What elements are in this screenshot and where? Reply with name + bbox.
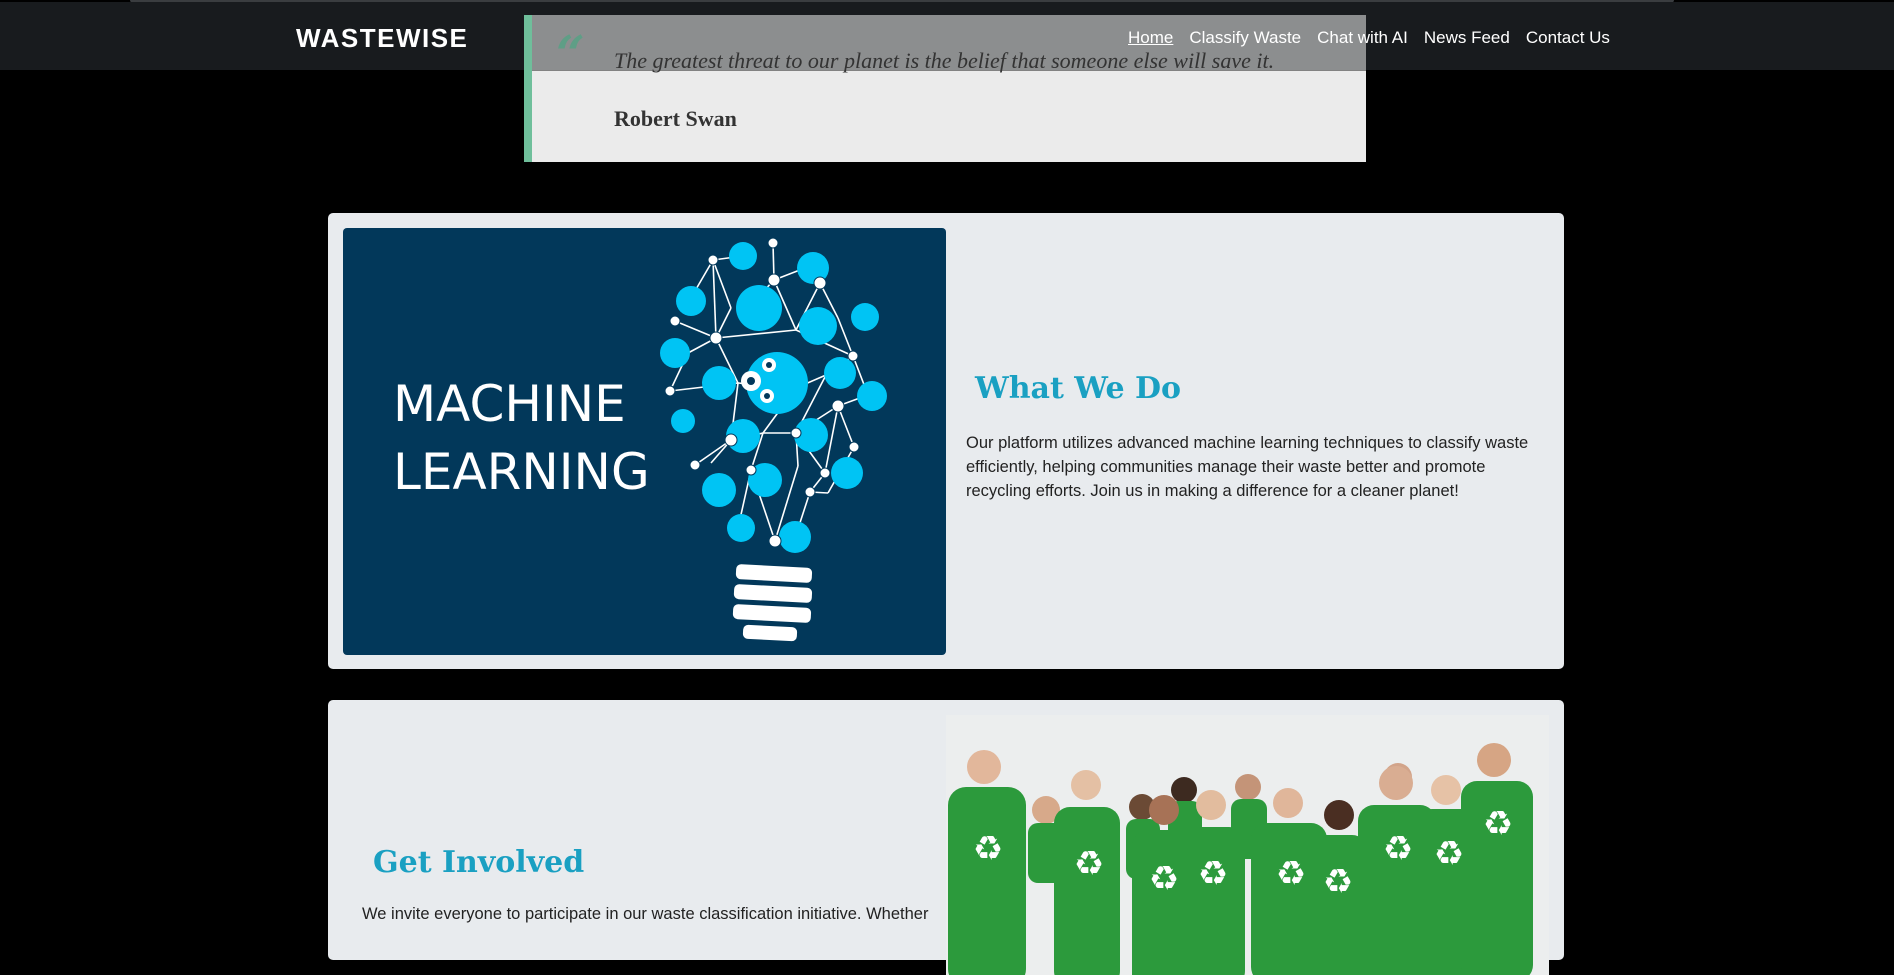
quote-text: The greatest threat to our planet is the…	[614, 48, 1275, 73]
svg-text:♻: ♻	[1483, 804, 1513, 844]
svg-text:♻: ♻	[1434, 834, 1464, 874]
nav-link-news-feed[interactable]: News Feed	[1424, 28, 1510, 48]
svg-text:♻: ♻	[1383, 829, 1413, 869]
get-involved-text: We invite everyone to participate in our…	[362, 905, 929, 923]
what-we-do-text: Our platform utilizes advanced machine l…	[966, 434, 1529, 500]
what-we-do-card: MACHINE LEARNING What We Do Our platform…	[328, 213, 1564, 669]
get-involved-card: Get Involved We invite everyone to parti…	[328, 700, 1564, 975]
nav-link-classify-waste[interactable]: Classify Waste	[1189, 28, 1301, 48]
volunteers-illustration: ♻ ♻ ♻ ♻ ♻ ♻ ♻ ♻ ♻	[946, 715, 1549, 975]
nav-link-contact-us[interactable]: Contact Us	[1526, 28, 1610, 48]
ml-text-line-1: MACHINE	[393, 375, 626, 433]
machine-learning-image: MACHINE LEARNING	[343, 228, 946, 655]
machine-learning-image-text: MACHINE LEARNING	[393, 370, 650, 506]
nav-link-home[interactable]: Home	[1128, 28, 1173, 48]
brand-logo[interactable]: WASTEWISE	[296, 23, 468, 54]
svg-text:♻: ♻	[1198, 854, 1228, 894]
lightbulb-network-icon	[660, 237, 887, 642]
svg-text:♻: ♻	[973, 829, 1003, 869]
svg-text:♻: ♻	[1276, 854, 1306, 894]
what-we-do-title: What We Do	[975, 371, 1182, 406]
svg-text:♻: ♻	[1149, 859, 1179, 899]
quote-author: Robert Swan	[614, 106, 737, 131]
volunteers-photo: ♻ ♻ ♻ ♻ ♻ ♻ ♻ ♻ ♻	[946, 715, 1549, 975]
svg-text:♻: ♻	[1074, 844, 1104, 884]
quote-mark-icon: “	[556, 24, 585, 83]
get-involved-title: Get Involved	[373, 845, 585, 880]
svg-text:♻: ♻	[1323, 862, 1353, 902]
nav-links: Home Classify Waste Chat with AI News Fe…	[1128, 28, 1610, 48]
nav-link-chat-with-ai[interactable]: Chat with AI	[1317, 28, 1408, 48]
ml-text-line-2: LEARNING	[393, 443, 650, 501]
